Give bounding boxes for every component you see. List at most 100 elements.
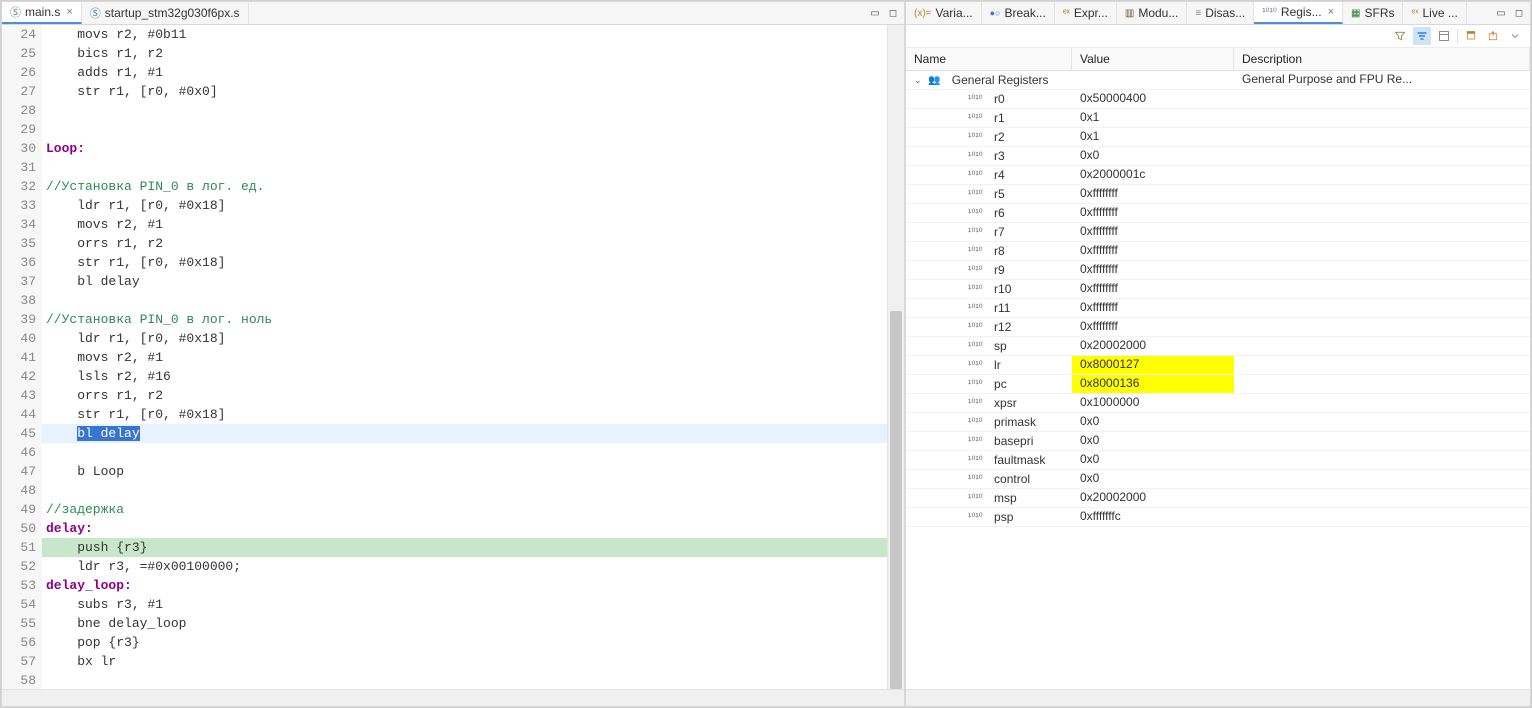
layout-icon[interactable] [1435,27,1453,45]
code-line[interactable]: movs r2, #0b11 [42,25,887,44]
line-number: 46 [2,443,36,462]
code-line[interactable]: str r1, [r0, #0x18] [42,253,887,272]
tab-startup-s[interactable]: Ⓢ startup_stm32g030f6px.s [82,2,249,24]
code-line[interactable] [42,120,887,139]
line-number: 53 [2,576,36,595]
minimize-icon[interactable]: ▭ [1494,6,1508,20]
close-icon[interactable]: × [66,6,72,18]
scroll-thumb[interactable] [890,311,902,689]
export-icon[interactable] [1484,27,1502,45]
register-row[interactable]: ¹⁰¹⁰ r100xffffffff [906,280,1530,299]
tab-regis[interactable]: ¹⁰¹⁰ Regis... × [1254,2,1343,24]
horizontal-scrollbar[interactable] [2,689,904,706]
chevron-down-icon[interactable]: ⌄ [914,75,924,86]
code-line[interactable]: ▶ push {r3} [42,538,887,557]
register-row[interactable]: ¹⁰¹⁰ pc0x8000136 [906,375,1530,394]
code-line[interactable]: ldr r3, =#0x00100000; [42,557,887,576]
tab-expr[interactable]: ᵉˣ Expr... [1055,2,1117,24]
register-row[interactable]: ¹⁰¹⁰ psp0xfffffffc [906,508,1530,527]
code-line[interactable]: pop {r3} [42,633,887,652]
register-group-row[interactable]: ⌄👥 General Registers General Purpose and… [906,71,1530,90]
register-row[interactable]: ¹⁰¹⁰ xpsr0x1000000 [906,394,1530,413]
register-row[interactable]: ¹⁰¹⁰ r00x50000400 [906,90,1530,109]
code-line[interactable]: ldr r1, [r0, #0x18] [42,329,887,348]
pin-icon[interactable] [1462,27,1480,45]
register-row[interactable]: ¹⁰¹⁰ r90xffffffff [906,261,1530,280]
register-row[interactable]: ¹⁰¹⁰ r110xffffffff [906,299,1530,318]
code-line[interactable]: b Loop [42,462,887,481]
registers-table[interactable]: Name Value Description ⌄👥 General Regist… [906,48,1530,689]
code-line[interactable] [42,158,887,177]
register-row[interactable]: ¹⁰¹⁰ primask0x0 [906,413,1530,432]
table-header: Name Value Description [906,48,1530,71]
filter-icon[interactable] [1391,27,1409,45]
tab-label: Expr... [1074,6,1108,20]
code-line[interactable] [42,291,887,310]
tab-main-s[interactable]: Ⓢ main.s × [2,2,82,24]
code-line[interactable]: movs r2, #1 [42,348,887,367]
register-row[interactable]: ¹⁰¹⁰ sp0x20002000 [906,337,1530,356]
tab-live[interactable]: ᵉˣ Live ... [1403,2,1466,24]
register-row[interactable]: ¹⁰¹⁰ r10x1 [906,109,1530,128]
code-line[interactable]: delay: [42,519,887,538]
register-row[interactable]: ¹⁰¹⁰ r120xffffffff [906,318,1530,337]
code-line[interactable]: str r1, [r0, #0x0] [42,82,887,101]
vertical-scrollbar[interactable] [887,25,904,689]
code-line[interactable]: delay_loop: [42,576,887,595]
tab-modu[interactable]: ▥ Modu... [1117,2,1187,24]
register-row[interactable]: ¹⁰¹⁰ r80xffffffff [906,242,1530,261]
register-icon: ¹⁰¹⁰ [968,303,983,314]
code-line[interactable] [42,443,887,462]
code-line[interactable]: movs r2, #1 [42,215,887,234]
col-name[interactable]: Name [906,48,1072,70]
register-row[interactable]: ¹⁰¹⁰ r70xffffffff [906,223,1530,242]
view-menu-icon[interactable] [1506,27,1524,45]
code-line[interactable]: adds r1, #1 [42,63,887,82]
code-line[interactable]: bx lr [42,652,887,671]
tab-sfrs[interactable]: ▦ SFRs [1343,2,1403,24]
maximize-icon[interactable]: ◻ [886,6,900,20]
code-line[interactable]: //Установка PIN_0 в лог. ед. [42,177,887,196]
register-row[interactable]: ¹⁰¹⁰ r30x0 [906,147,1530,166]
code-line[interactable]: ldr r1, [r0, #0x18] [42,196,887,215]
tab-break[interactable]: ●○ Break... [982,2,1055,24]
code-line[interactable]: bl delay [42,424,887,443]
code-line[interactable]: //задержка [42,500,887,519]
code-line[interactable] [42,481,887,500]
code-line[interactable]: lsls r2, #16 [42,367,887,386]
register-row[interactable]: ¹⁰¹⁰ r20x1 [906,128,1530,147]
code-line[interactable]: orrs r1, r2 [42,386,887,405]
tree-filter-icon[interactable] [1413,27,1431,45]
code-line[interactable]: str r1, [r0, #0x18] [42,405,887,424]
code-area[interactable]: movs r2, #0b11 bics r1, r2 adds r1, #1 s… [42,25,887,689]
register-row[interactable]: ¹⁰¹⁰ basepri0x0 [906,432,1530,451]
code-line[interactable]: bics r1, r2 [42,44,887,63]
code-line[interactable]: bl delay [42,272,887,291]
close-icon[interactable]: × [1328,6,1334,18]
register-row[interactable]: ¹⁰¹⁰ lr0x8000127 [906,356,1530,375]
tab-disas[interactable]: ≡ Disas... [1187,2,1254,24]
code-line[interactable]: orrs r1, r2 [42,234,887,253]
register-row[interactable]: ¹⁰¹⁰ r50xffffffff [906,185,1530,204]
col-value[interactable]: Value [1072,48,1234,70]
code-line[interactable] [42,671,887,689]
register-name: r1 [994,111,1005,125]
register-value: 0xffffffff [1072,299,1234,317]
horizontal-scrollbar[interactable] [906,689,1530,706]
code-line[interactable]: bne delay_loop [42,614,887,633]
register-row[interactable]: ¹⁰¹⁰ faultmask0x0 [906,451,1530,470]
register-row[interactable]: ¹⁰¹⁰ msp0x20002000 [906,489,1530,508]
minimize-icon[interactable]: ▭ [868,6,882,20]
col-description[interactable]: Description [1234,48,1530,70]
code-line[interactable] [42,101,887,120]
editor-body[interactable]: 2425262728293031323334353637383940414243… [2,25,904,689]
code-line[interactable]: subs r3, #1 [42,595,887,614]
code-line[interactable]: Loop: [42,139,887,158]
register-row[interactable]: ¹⁰¹⁰ r40x2000001c [906,166,1530,185]
register-row[interactable]: ¹⁰¹⁰ r60xffffffff [906,204,1530,223]
maximize-icon[interactable]: ◻ [1512,6,1526,20]
tab-varia[interactable]: (x)= Varia... [906,2,982,24]
register-name: xpsr [994,396,1017,410]
code-line[interactable]: //Установка PIN_0 в лог. ноль [42,310,887,329]
register-row[interactable]: ¹⁰¹⁰ control0x0 [906,470,1530,489]
